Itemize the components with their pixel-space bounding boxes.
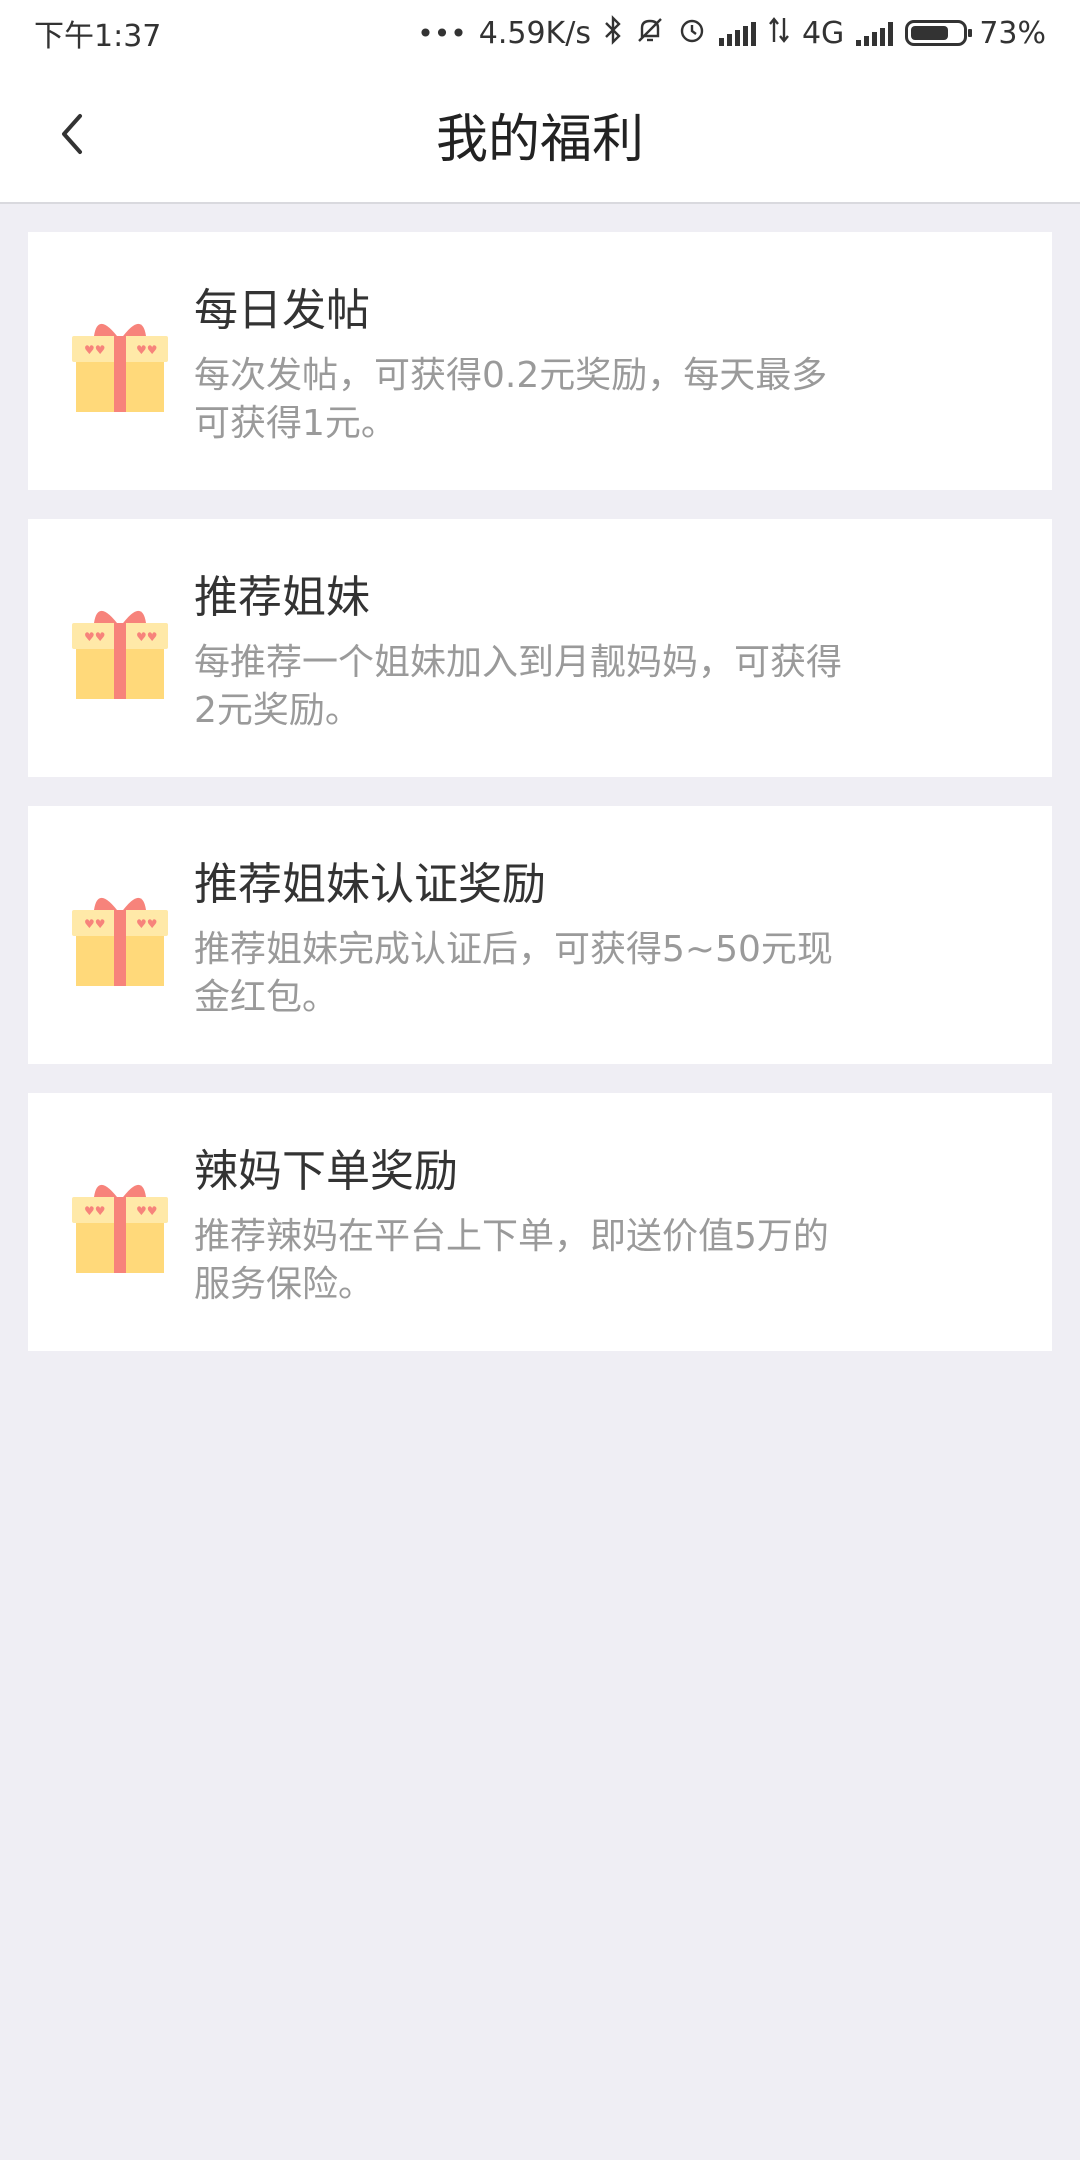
battery-fill (911, 26, 949, 40)
benefit-description: 推荐辣妈在平台上下单，即送价值5万的服务保险。 (194, 1216, 829, 1305)
benefit-title: 辣妈下单奖励 (194, 1146, 458, 1197)
battery-percent: 73% (979, 15, 1046, 51)
battery-icon (905, 20, 973, 46)
benefit-card-order-reward[interactable]: ♥♥ ♥♥ 辣妈下单奖励 推荐辣妈在平台上下单，即送价值5万的服务保险。 (28, 1093, 1052, 1351)
gift-icon: ♥♥ ♥♥ (72, 610, 168, 699)
benefit-card-recommend-sister[interactable]: ♥♥ ♥♥ 推荐姐妹 每推荐一个姐妹加入到月靓妈妈，可获得2元奖励。 (28, 519, 1052, 777)
svg-text:♥♥: ♥♥ (136, 917, 158, 931)
svg-text:♥♥: ♥♥ (136, 1204, 158, 1218)
svg-text:♥♥: ♥♥ (84, 917, 106, 931)
svg-text:♥♥: ♥♥ (84, 343, 106, 357)
benefit-list: ♥♥ ♥♥ 每日发帖 每次发帖，可获得0.2元奖励，每天最多可获得1元。 ♥♥ ♥♥… (28, 232, 1052, 1380)
gift-icon: ♥♥ ♥♥ (72, 323, 168, 412)
alarm-icon (677, 15, 707, 52)
back-button[interactable] (36, 98, 108, 170)
bluetooth-icon (603, 14, 623, 52)
benefit-description: 推荐姐妹完成认证后，可获得5~50元现金红包。 (194, 929, 833, 1018)
benefit-card-daily-post[interactable]: ♥♥ ♥♥ 每日发帖 每次发帖，可获得0.2元奖励，每天最多可获得1元。 (28, 232, 1052, 490)
benefit-description: 每推荐一个姐妹加入到月靓妈妈，可获得2元奖励。 (194, 642, 843, 731)
svg-text:♥♥: ♥♥ (136, 343, 158, 357)
gift-icon: ♥♥ ♥♥ (72, 1184, 168, 1273)
mute-icon (635, 15, 665, 52)
benefit-card-verification-reward[interactable]: ♥♥ ♥♥ 推荐姐妹认证奖励 推荐姐妹完成认证后，可获得5~50元现金红包。 (28, 806, 1052, 1064)
page-title: 我的福利 (435, 109, 644, 170)
gift-icon: ♥♥ ♥♥ (72, 897, 168, 986)
header: 我的福利 (0, 66, 1080, 204)
benefit-title: 推荐姐妹认证奖励 (194, 859, 546, 910)
benefit-title: 每日发帖 (194, 285, 370, 336)
benefit-description: 每次发帖，可获得0.2元奖励，每天最多可获得1元。 (194, 355, 828, 444)
hd-signal-icon (718, 20, 756, 46)
benefit-title: 推荐姐妹 (194, 572, 370, 623)
signal-icon (856, 20, 894, 46)
net-speed: 4.59K/s (478, 15, 591, 51)
svg-text:♥♥: ♥♥ (84, 1204, 106, 1218)
status-bar: 下午1:37 ••• 4.59K/s 4G 73% (0, 0, 1080, 66)
network-type: 4G (801, 15, 845, 51)
svg-text:♥♥: ♥♥ (84, 630, 106, 644)
chevron-left-icon (62, 114, 82, 154)
status-time: 下午1:37 (34, 19, 162, 54)
dots-icon: ••• (417, 16, 467, 50)
status-icons: ••• 4.59K/s 4G 73% (417, 14, 1046, 52)
data-arrows-icon (768, 16, 790, 51)
svg-text:♥♥: ♥♥ (136, 630, 158, 644)
